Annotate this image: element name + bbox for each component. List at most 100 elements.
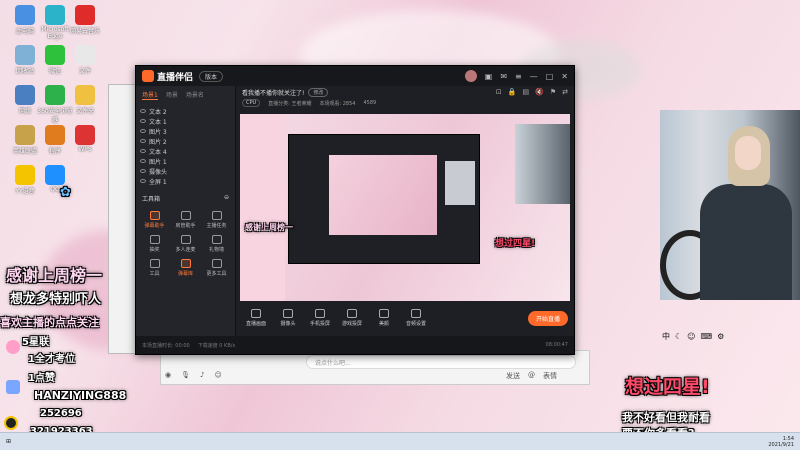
emoji-label[interactable]: 表情 <box>543 371 557 381</box>
toolbox-more-icon[interactable]: ⊖ <box>224 194 229 203</box>
tool-item[interactable]: 礼物墙 <box>202 233 231 253</box>
scene-tabs: 场景1 场景 场景名 <box>136 86 235 104</box>
tab-scene-3[interactable]: 场景名 <box>186 90 204 100</box>
folder-icon[interactable]: ▤ <box>523 88 530 96</box>
live-companion-window: 直播伴侣 版本 ▣ ✉ ≡ — □ ✕ 场景1 场景 场景名 文本 2 文本 1 图… <box>135 65 575 355</box>
minimize-icon[interactable]: — <box>530 72 538 81</box>
source-list: 文本 2 文本 1 图片 3 图片 2 文本 4 图片 1 摄像头 全屏 1 <box>136 104 235 188</box>
source-label: 文本 2 <box>149 108 167 116</box>
desktop-icon[interactable]: 文件 <box>65 45 105 75</box>
tab-scene-1[interactable]: 场景1 <box>142 90 158 100</box>
source-item[interactable]: 文本 2 <box>140 106 231 116</box>
eye-icon[interactable] <box>140 109 146 113</box>
app-logo: 直播伴侣 <box>142 70 193 83</box>
share-icon[interactable]: ⇄ <box>562 88 568 96</box>
source-item[interactable]: 图片 2 <box>140 136 231 146</box>
tool-item[interactable]: 弹幕库 <box>171 257 200 277</box>
eye-icon[interactable] <box>140 129 146 133</box>
app-icon <box>75 125 95 145</box>
skin-icon[interactable]: ▣ <box>485 72 493 81</box>
eye-icon[interactable] <box>140 159 146 163</box>
eye-icon[interactable] <box>140 119 146 123</box>
source-label: 文本 1 <box>149 118 167 126</box>
tool-item[interactable]: 主播任务 <box>202 209 231 229</box>
lock-icon[interactable]: 🔒 <box>508 88 517 96</box>
tool-label: 主播任务 <box>206 223 227 229</box>
volume-icon[interactable]: ♪ <box>200 371 204 379</box>
bottom-tool-label: 音频设置 <box>405 321 426 327</box>
desktop-icon[interactable]: 文件夹 <box>65 85 105 115</box>
tool-icon <box>180 211 191 220</box>
tool-item[interactable]: 更多工具 <box>202 257 231 277</box>
stream-preview[interactable]: 想过四星! 感谢上周榜一 <box>240 114 570 304</box>
mic-icon[interactable]: 🎙 <box>181 371 190 379</box>
user-avatar[interactable] <box>464 70 477 82</box>
eye-icon[interactable] <box>140 149 146 153</box>
tab-scene-2[interactable]: 场景 <box>166 90 178 100</box>
keyboard-icon[interactable]: ⌨ <box>701 332 713 341</box>
eye-icon[interactable] <box>140 139 146 143</box>
toolbox-title: 工具箱 <box>142 196 161 203</box>
desktop-icon[interactable]: 网易云音乐 <box>65 5 105 35</box>
mute-icon[interactable]: 🔇 <box>535 88 544 96</box>
source-label: 文本 4 <box>149 148 167 156</box>
tool-label: 弹幕库 <box>177 271 193 277</box>
bottom-tool-button[interactable]: 美颜 <box>370 309 398 327</box>
system-tray[interactable]: 1:54 2021/9/21 <box>768 436 794 448</box>
webcam-photo <box>660 110 800 300</box>
status-speed: 下载速度 0 KB/s <box>197 342 236 349</box>
app-name: 直播伴侣 <box>157 72 194 83</box>
source-item[interactable]: 文本 4 <box>140 146 231 156</box>
chat-input[interactable]: 说点什么吧... <box>306 355 576 369</box>
maximize-icon[interactable]: □ <box>546 72 554 81</box>
bottom-tool-button[interactable]: 摄像头 <box>274 309 302 327</box>
tray-date: 2021/9/21 <box>768 441 794 448</box>
ime-lang-label[interactable]: 中 <box>662 331 670 342</box>
desktop-icon[interactable]: WPS <box>65 125 105 153</box>
bottom-tool-button[interactable]: 音频设置 <box>402 309 430 327</box>
source-item[interactable]: 全屏 1 <box>140 176 231 186</box>
at-label[interactable]: @ <box>528 371 535 381</box>
category-stat[interactable]: 直播分类: 王者荣耀 <box>268 100 311 107</box>
source-label: 图片 3 <box>149 128 167 136</box>
cpu-stat: CPU <box>242 99 261 107</box>
app-icon <box>75 45 95 65</box>
app-icon <box>75 5 95 25</box>
eye-icon[interactable] <box>140 169 146 173</box>
close-icon[interactable]: ✕ <box>561 72 568 81</box>
chat-right-actions: 发送 @ 表情 <box>506 371 557 381</box>
bottom-tool-icon <box>251 309 261 318</box>
screenshot-icon[interactable]: ⊡ <box>496 88 502 96</box>
tool-item[interactable]: 多人连麦 <box>171 233 200 253</box>
chat-window: 说点什么吧... ◉ 🎙 ♪ ☺ 发送 @ 表情 <box>160 350 590 385</box>
tool-item[interactable]: 房管助手 <box>171 209 200 229</box>
announcement-edit-button[interactable]: 修改 <box>308 87 329 97</box>
tool-item[interactable]: 工具 <box>140 257 169 277</box>
bottom-tool-label: 摄像头 <box>280 321 296 327</box>
eye-icon[interactable] <box>140 179 146 183</box>
tool-item[interactable]: 抽奖 <box>140 233 169 253</box>
nested-webcam <box>445 161 475 205</box>
bell-icon[interactable]: ⚑ <box>550 88 556 96</box>
wechat-sticker-icon <box>6 380 20 394</box>
version-tag[interactable]: 版本 <box>199 70 224 82</box>
tool-item[interactable]: 弹幕助手 <box>140 209 169 229</box>
moon-icon[interactable]: ☾ <box>675 332 682 341</box>
source-item[interactable]: 图片 3 <box>140 126 231 136</box>
start-icon[interactable]: ⊞ <box>6 438 11 445</box>
person-face <box>735 136 761 170</box>
start-live-button[interactable]: 开始直播 <box>527 310 568 326</box>
source-item[interactable]: 摄像头 <box>140 166 231 176</box>
bottom-tool-button[interactable]: 游戏投屏 <box>338 309 366 327</box>
emoji-icon[interactable]: ☺ <box>214 371 221 379</box>
source-item[interactable]: 文本 1 <box>140 116 231 126</box>
feedback-icon[interactable]: ✉ <box>500 72 507 81</box>
settings-icon[interactable]: ⚙ <box>717 332 724 341</box>
overlay-follow: 喜欢主播的点点关注 <box>0 316 99 329</box>
source-item[interactable]: 图片 1 <box>140 156 231 166</box>
bottom-tool-button[interactable]: 手机投屏 <box>306 309 334 327</box>
send-label[interactable]: 发送 <box>506 371 520 381</box>
menu-icon[interactable]: ≡ <box>515 72 522 81</box>
emoji-icon[interactable]: ☺ <box>687 332 695 341</box>
bottom-tool-button[interactable]: 直播画面 <box>242 309 270 327</box>
